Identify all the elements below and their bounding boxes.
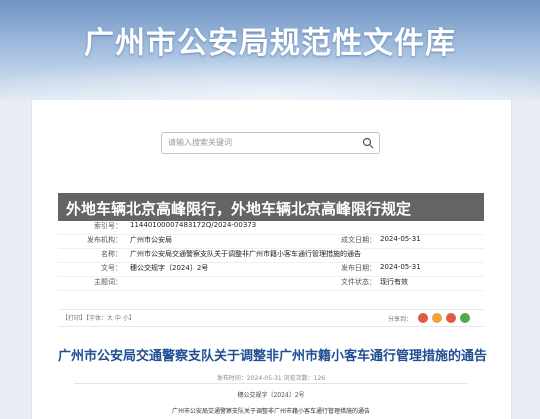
- document-name-line: 广州市公安局交通警察支队关于调整非广州市籍小客车通行管理措施的通告: [171, 408, 370, 415]
- topic-label: 主题词：: [94, 278, 122, 286]
- index-value: 11440100007483172Q/2024-00373: [130, 221, 257, 229]
- document-metadata: 索引号： 11440100007483172Q/2024-00373 发布机构：…: [58, 221, 484, 299]
- site-banner: 广州市公安局规范性文件库: [0, 0, 540, 100]
- name-value: 广州市公安局交通警察支队关于调整非广州市籍小客车通行管理措施的通告: [130, 250, 361, 258]
- date-value: 2024-05-31: [380, 235, 421, 243]
- pubdate-label: 发布日期：: [341, 264, 376, 272]
- wechat-share-icon[interactable]: [460, 313, 470, 323]
- docnum-label: 文号：: [101, 264, 122, 272]
- tencent-share-icon[interactable]: [446, 313, 456, 323]
- meta-row-index: 索引号： 11440100007483172Q/2024-00373: [58, 221, 484, 235]
- qzone-share-icon[interactable]: [432, 313, 442, 323]
- search-placeholder: 请输入搜索关键词: [168, 138, 232, 147]
- article-toolbar: 【打印】【字体：大 中 小】 分享到：: [58, 309, 484, 327]
- share-label: 分享到：: [387, 316, 412, 323]
- search-input[interactable]: 请输入搜索关键词: [161, 132, 380, 154]
- divider: [74, 383, 468, 384]
- index-label: 索引号：: [94, 222, 122, 230]
- validity-label: 文件状态：: [341, 278, 376, 286]
- weibo-share-icon[interactable]: [418, 313, 428, 323]
- caption-overlay: 外地车辆北京高峰限行，外地车辆北京高峰限行规定: [58, 193, 484, 221]
- date-label: 成文日期：: [341, 236, 376, 244]
- document-number: 穗公交规字〔2024〕2号: [237, 392, 305, 399]
- caption-text: 外地车辆北京高峰限行，外地车辆北京高峰限行规定: [66, 200, 412, 218]
- site-title: 广州市公安局规范性文件库: [84, 26, 456, 61]
- name-label: 名称：: [101, 250, 122, 258]
- meta-row-topic: 主题词： 文件状态： 现行有效: [58, 277, 484, 291]
- document-subline: 发布时间：2024-05-31 浏览次数：126: [216, 375, 326, 382]
- document-title: 广州市公安局交通警察支队关于调整非广州市籍小客车通行管理措施的通告: [58, 349, 488, 364]
- meta-row-docnum: 文号： 穗公交规字〔2024〕2号 发布日期： 2024-05-31: [58, 263, 484, 277]
- search-icon[interactable]: [362, 137, 374, 149]
- validity-value: 现行有效: [380, 278, 408, 286]
- meta-row-issuer: 发布机构： 广州市公安局 成文日期： 2024-05-31: [58, 235, 484, 249]
- print-font-controls[interactable]: 【打印】【字体：大 中 小】: [62, 313, 135, 322]
- docnum-value: 穗公交规字〔2024〕2号: [130, 264, 209, 272]
- meta-row-name: 名称： 广州市公安局交通警察支队关于调整非广州市籍小客车通行管理措施的通告: [58, 249, 484, 263]
- pubdate-value: 2024-05-31: [380, 263, 421, 271]
- issuer-label: 发布机构：: [87, 236, 122, 244]
- issuer-value: 广州市公安局: [130, 236, 172, 244]
